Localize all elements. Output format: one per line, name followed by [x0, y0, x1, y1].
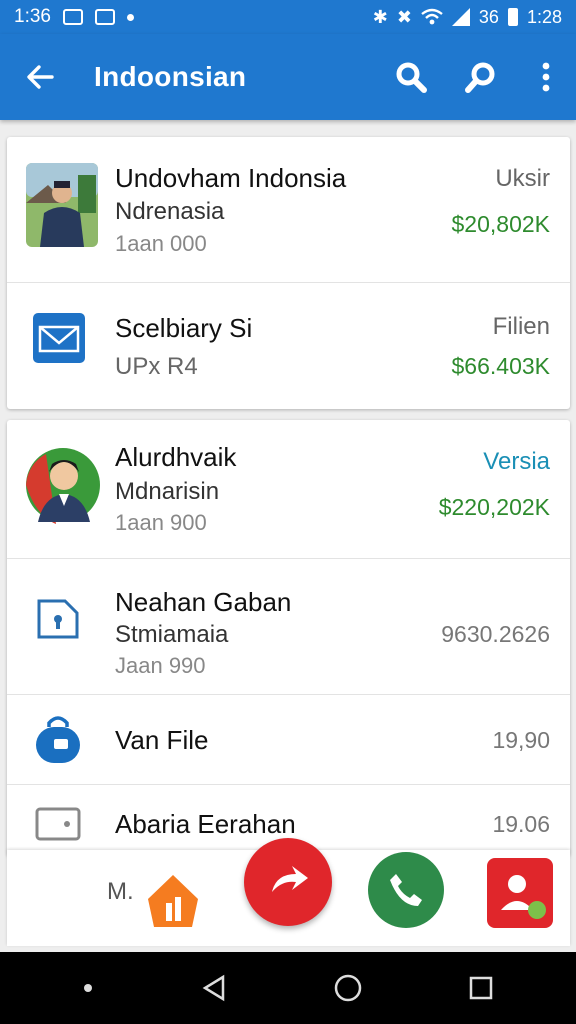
item-title: Scelbiary Si — [115, 313, 253, 343]
status-time-right: 1:28 — [526, 6, 562, 27]
phone-icon — [390, 874, 422, 906]
list-item[interactable]: Van File 19,90 — [7, 695, 570, 785]
battery-percent: 36 — [478, 6, 499, 27]
item-subtitle: Stmiamaia — [115, 621, 229, 648]
contacts-button[interactable] — [487, 858, 553, 928]
card-secondary-list: Alurdhvaik Mdnarisin 1aan 900 Versia $22… — [7, 420, 570, 856]
item-amount: 19,90 — [492, 727, 550, 753]
person-photo-thumbnail — [26, 163, 98, 252]
list-item[interactable]: Scelbiary Si UPx R4 Filien $66.403K — [7, 283, 570, 409]
arrow-back-icon — [27, 65, 54, 89]
item-subtitle: Ndrenasia — [115, 198, 225, 225]
wallet-icon — [35, 807, 81, 846]
app-notification-icon — [94, 9, 115, 25]
item-subtitle: Mdnarisin — [115, 478, 220, 505]
search-alt-icon — [465, 62, 495, 93]
share-button[interactable] — [244, 838, 332, 926]
item-meta: 1aan 900 — [115, 510, 207, 535]
app-bar: Indoonsian — [0, 34, 576, 120]
call-button[interactable] — [368, 852, 444, 928]
item-meta: 1aan 000 — [115, 231, 207, 256]
action-bar-label: M. — [107, 878, 134, 905]
status-time: 1:36 — [14, 6, 51, 27]
item-meta: Jaan 990 — [115, 653, 206, 678]
item-title: Van File — [115, 725, 209, 755]
signal-off-icon: ✖ — [396, 6, 412, 27]
contact-add-icon — [501, 875, 546, 919]
nav-dot-icon[interactable] — [82, 982, 94, 994]
search-icon — [396, 62, 427, 93]
item-title: Alurdhvaik — [115, 442, 237, 472]
list-item[interactable]: Undovham Indonsia Ndrenasia 1aan 000 Uks… — [7, 137, 570, 283]
home-icon — [148, 875, 198, 927]
nav-back-icon[interactable] — [199, 973, 229, 1003]
item-amount: $220,202K — [438, 494, 550, 520]
item-title: Undovham Indonsia — [115, 163, 347, 193]
nav-home-icon[interactable] — [333, 973, 363, 1003]
status-bar: 1:36 ✱ ✖ 36 1:28 — [0, 0, 576, 34]
item-amount: 19.06 — [492, 811, 550, 837]
search-button[interactable] — [376, 34, 446, 120]
item-right-label: Versia — [483, 448, 550, 475]
item-title: Abaria Eerahan — [115, 809, 296, 839]
item-title: Neahan Gaban — [115, 587, 292, 617]
nav-recents-icon[interactable] — [468, 975, 494, 1001]
item-amount: 9630.2626 — [441, 621, 550, 647]
page-title: Indoonsian — [94, 61, 247, 92]
item-right-label: Uksir — [495, 165, 550, 192]
system-navigation-bar — [0, 952, 576, 1024]
item-amount: $66.403K — [451, 353, 550, 379]
more-vert-icon — [542, 62, 550, 92]
list-item[interactable]: Alurdhvaik Mdnarisin 1aan 900 Versia $22… — [7, 420, 570, 559]
item-amount: $20,802K — [451, 211, 550, 237]
back-button[interactable] — [0, 34, 80, 120]
overflow-menu-button[interactable] — [516, 34, 576, 120]
item-right-label: Filien — [492, 313, 550, 340]
gallery-notification-icon — [62, 9, 83, 25]
home-button[interactable] — [143, 870, 203, 930]
wifi-icon — [421, 8, 443, 25]
avatar — [26, 446, 100, 529]
bluetooth-icon: ✱ — [372, 6, 388, 27]
card-primary-list: Undovham Indonsia Ndrenasia 1aan 000 Uks… — [7, 137, 570, 409]
battery-icon — [507, 8, 518, 26]
document-icon — [35, 597, 81, 646]
search-alt-button[interactable] — [446, 34, 516, 120]
notification-dot-icon — [126, 13, 134, 21]
list-item[interactable]: Neahan Gaban Stmiamaia Jaan 990 9630.262… — [7, 559, 570, 695]
bottom-action-bar: M. — [7, 838, 570, 946]
mail-icon — [33, 313, 85, 368]
bag-icon — [34, 713, 82, 770]
share-arrow-icon — [272, 866, 308, 892]
cell-signal-icon — [451, 8, 470, 26]
item-subtitle: UPx R4 — [115, 353, 198, 380]
